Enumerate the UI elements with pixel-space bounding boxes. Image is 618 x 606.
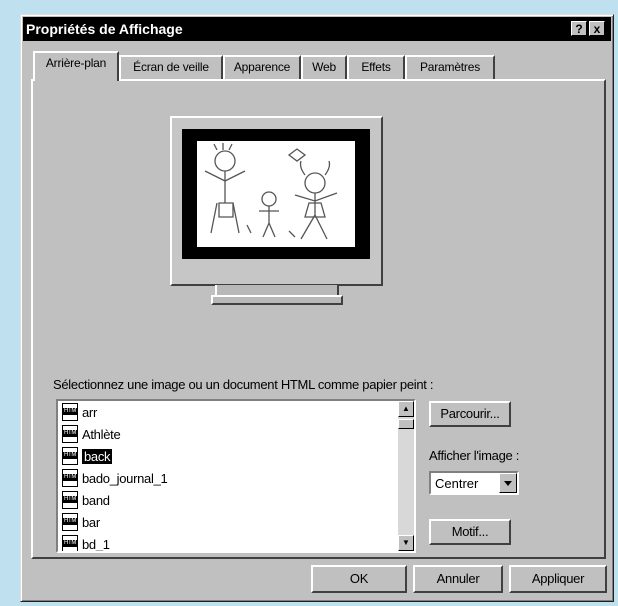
wallpaper-select-label: Sélectionnez une image ou un document HT… (53, 377, 434, 392)
list-item-label: back (82, 448, 113, 464)
html-document-icon (62, 469, 78, 487)
list-item[interactable]: Athlète (62, 423, 121, 445)
monitor-preview (170, 116, 383, 286)
pattern-button[interactable]: Motif... (429, 519, 511, 545)
wallpaper-preview-image (197, 141, 355, 247)
scroll-down-arrow-icon[interactable]: ▼ (398, 535, 414, 551)
help-button[interactable]: ? (571, 21, 587, 36)
tab-ecran-de-veille[interactable]: Écran de veille (119, 55, 223, 79)
list-item-label: bar (82, 514, 100, 530)
image-document-icon (62, 447, 78, 465)
cancel-button[interactable]: Annuler (413, 565, 503, 593)
stick-figures-drawing (204, 143, 338, 240)
list-item-label: arr (82, 404, 97, 420)
listbox-scrollbar[interactable]: ▲ ▼ (398, 401, 414, 551)
wallpaper-listbox[interactable]: arr Athlète back bado_journal_1 band bar… (56, 399, 416, 553)
window-title: Propriétés de Affichage (26, 21, 183, 37)
monitor-stand-base (211, 295, 343, 305)
tab-arriere-plan[interactable]: Arrière-plan (33, 51, 119, 81)
list-item[interactable]: band (62, 489, 110, 511)
display-mode-value: Centrer (435, 476, 479, 491)
list-item-label: bado_journal_1 (82, 470, 168, 486)
ok-button[interactable]: OK (311, 565, 407, 593)
display-mode-label: Afficher l'image : (429, 448, 520, 463)
apply-button[interactable]: Appliquer (509, 565, 607, 593)
list-item[interactable]: arr (62, 401, 97, 423)
scrollbar-thumb[interactable] (398, 419, 414, 429)
tab-parametres[interactable]: Paramètres (405, 55, 495, 79)
html-document-icon (62, 491, 78, 509)
display-mode-select[interactable]: Centrer (429, 471, 519, 495)
monitor-screen (182, 129, 370, 259)
browse-button[interactable]: Parcourir... (429, 401, 511, 427)
chevron-down-icon[interactable] (499, 473, 517, 493)
list-item-label: Athlète (82, 426, 121, 442)
list-item[interactable]: bd_1 (62, 533, 110, 552)
tab-web[interactable]: Web (301, 55, 347, 79)
list-item-label: bd_1 (82, 536, 110, 552)
tab-apparence[interactable]: Apparence (223, 55, 301, 79)
html-document-icon (62, 535, 78, 551)
tab-effets[interactable]: Effets (347, 55, 405, 79)
list-item[interactable]: back (62, 445, 113, 467)
close-button[interactable]: x (589, 21, 605, 36)
list-item-label: band (82, 492, 110, 508)
list-item[interactable]: bado_journal_1 (62, 467, 168, 489)
html-document-icon (62, 403, 78, 421)
html-document-icon (62, 513, 78, 531)
title-bar[interactable]: Propriétés de Affichage ? x (23, 17, 611, 41)
html-document-icon (62, 425, 78, 443)
list-item[interactable]: bar (62, 511, 100, 533)
scroll-up-arrow-icon[interactable]: ▲ (398, 401, 414, 417)
display-properties-window: Propriétés de Affichage ? x Arrière-plan… (20, 14, 614, 602)
